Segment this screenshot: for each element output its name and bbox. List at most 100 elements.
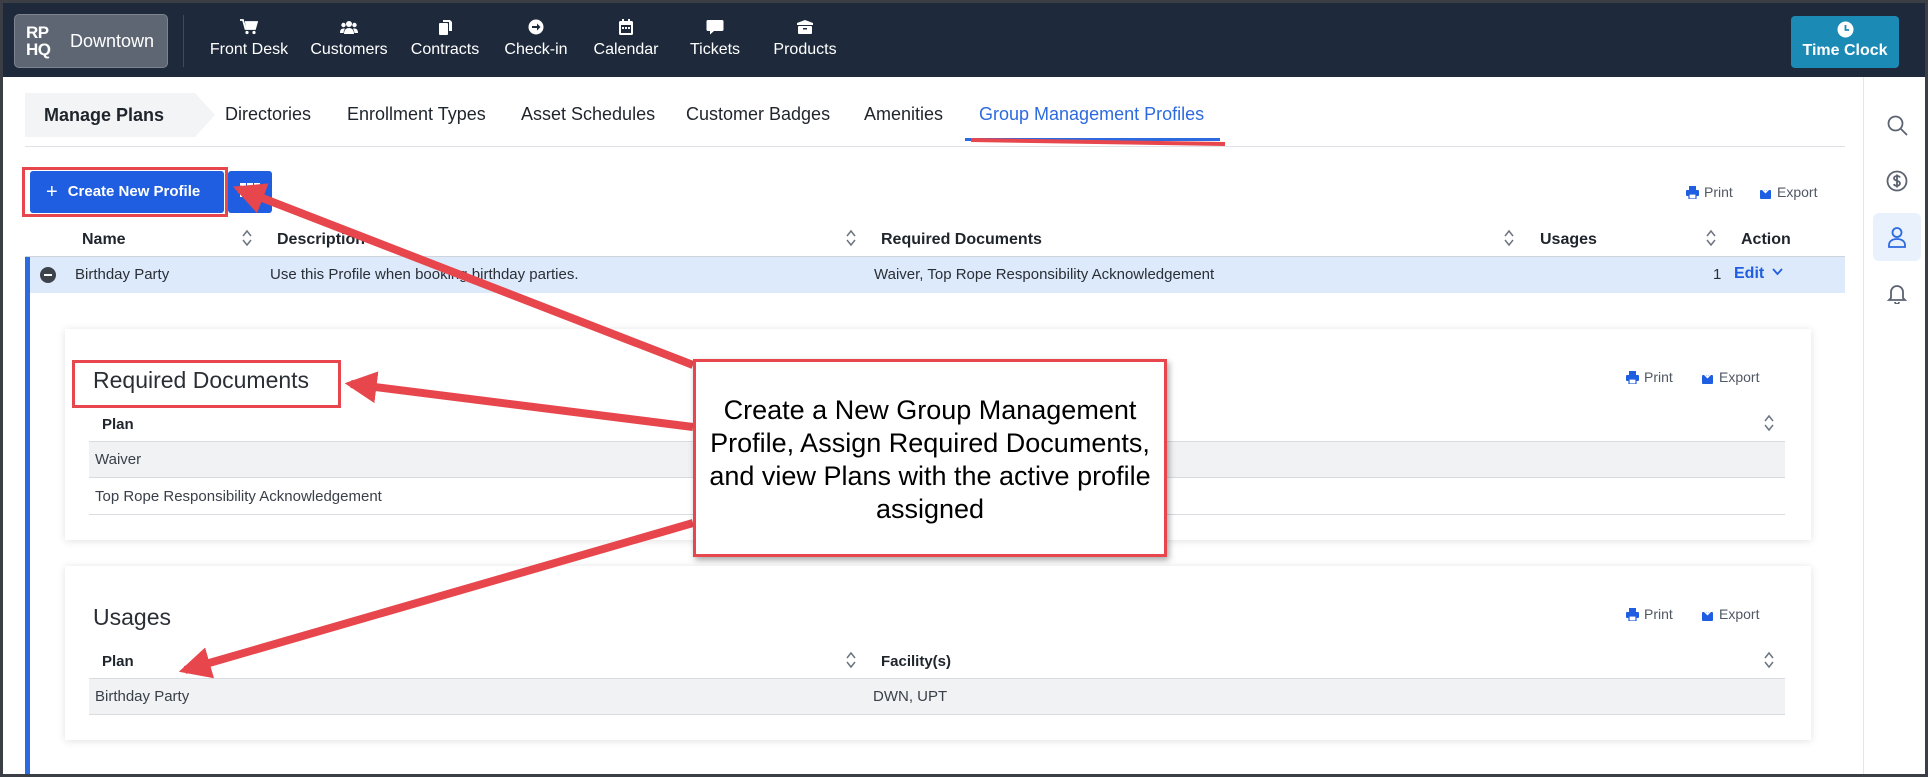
print-button[interactable]: Print [1686,184,1733,200]
time-clock-button[interactable]: Time Clock [1791,16,1899,68]
highlight-create-button [22,167,228,217]
usages-print-button[interactable]: Print [1626,606,1673,622]
top-navigation: RP HQ Downtown Front Desk Customers Cont… [3,3,1925,77]
column-header-required-documents[interactable]: Required Documents [881,231,1042,249]
sub-tab-bar: Manage Plans Directories Enrollment Type… [25,91,1845,147]
printer-icon [1686,186,1699,200]
column-header-name[interactable]: Name [82,231,126,249]
calendar-icon [619,19,633,35]
cell-description: Use this Profile when booking birthday p… [270,266,579,283]
column-header-description[interactable]: Description [277,231,365,249]
expanded-row-indicator [25,257,30,774]
export-label: Export [1719,369,1760,385]
sort-facilities-icon[interactable] [1763,650,1775,670]
logo-mark-line2: HQ [26,40,51,59]
nav-contracts[interactable]: Contracts [405,17,485,67]
required-documents-print-button[interactable]: Print [1626,369,1673,385]
column-header-action: Action [1741,231,1791,248]
cell-usages: 1 [1713,266,1722,283]
breadcrumb-manage-plans[interactable]: Manage Plans [25,93,215,137]
tab-customer-badges[interactable]: Customer Badges [686,104,830,125]
print-label: Print [1644,369,1673,385]
tab-group-management-profiles[interactable]: Group Management Profiles [979,104,1204,125]
export-button[interactable]: Export [1759,184,1817,200]
collapse-row-icon[interactable] [40,267,56,283]
usages-panel: Usages Print Export Plan Facility(s) Bir… [65,566,1811,740]
nav-label: Front Desk [209,41,289,58]
export-icon [1702,371,1713,384]
column-chooser-button[interactable] [228,171,272,213]
nav-label: Contracts [410,41,480,58]
chat-icon [706,20,724,35]
usages-export-button[interactable]: Export [1701,606,1759,622]
table-row[interactable]: Birthday Party Use this Profile when boo… [25,257,1845,293]
column-header-plan[interactable]: Plan [102,416,134,433]
printer-icon [1626,371,1639,385]
rail-profile-button[interactable] [1873,213,1921,261]
document-name: Top Rope Responsibility Acknowledgement [95,488,382,505]
tab-asset-schedules[interactable]: Asset Schedules [521,104,655,125]
nav-tickets[interactable]: Tickets [679,17,751,67]
document-name: Waiver [95,451,142,468]
nav-products[interactable]: Products [767,17,843,67]
annotation-callout: Create a New Group Management Profile, A… [693,359,1167,557]
edit-label: Edit [1734,265,1765,282]
nav-label: Check-in [504,41,568,58]
sort-usages-icon[interactable] [1705,228,1717,248]
search-icon [1887,115,1908,136]
export-label: Export [1777,184,1818,200]
dollar-icon [1886,170,1908,192]
tab-directories[interactable]: Directories [225,104,311,125]
rail-search-button[interactable] [1873,101,1921,149]
column-header-plan[interactable]: Plan [102,653,134,670]
rail-notifications-button[interactable] [1873,269,1921,317]
tab-amenities[interactable]: Amenities [864,104,943,125]
export-icon [1760,186,1771,199]
user-icon [1888,227,1906,248]
nav-calendar[interactable]: Calendar [589,17,663,67]
export-label: Export [1719,606,1760,622]
export-icon [1702,608,1713,621]
chevron-down-icon [1772,268,1783,276]
logo-mark-line1: RP [26,23,49,42]
users-icon [340,21,358,34]
right-rail [1863,77,1925,774]
cell-plan: Birthday Party [95,688,190,705]
arrow-circle-icon [528,19,544,35]
sort-plan-icon[interactable] [1763,413,1775,433]
cell-required-documents: Waiver, Top Rope Responsibility Acknowle… [874,266,1215,283]
tab-enrollment-types[interactable]: Enrollment Types [347,104,486,125]
sort-plan-icon[interactable] [845,650,857,670]
bell-icon [1886,285,1908,304]
cell-name: Birthday Party [75,266,170,283]
print-label: Print [1644,606,1673,622]
sort-required-documents-icon[interactable] [1503,228,1515,248]
nav-divider [183,15,184,67]
required-documents-export-button[interactable]: Export [1701,369,1759,385]
location-name: Downtown [70,31,155,51]
nav-label: Calendar [593,41,659,58]
sort-name-icon[interactable] [241,228,253,248]
rail-billing-button[interactable] [1873,157,1921,205]
documents-icon [439,20,452,35]
nav-front-desk[interactable]: Front Desk [207,17,291,67]
column-header-facilities[interactable]: Facility(s) [881,653,951,670]
active-tab-indicator [965,138,1220,141]
time-clock-label: Time Clock [1802,42,1888,59]
location-switcher[interactable]: RP HQ Downtown [14,14,168,68]
nav-label: Tickets [689,41,741,58]
nav-check-in[interactable]: Check-in [499,17,573,67]
box-icon [797,20,813,34]
highlight-required-documents [72,360,341,408]
table-row[interactable]: Birthday Party DWN, UPT [89,679,1785,715]
edit-dropdown-button[interactable]: Edit [1734,265,1783,283]
columns-icon [240,183,260,197]
nav-label: Products [773,41,837,58]
sort-description-icon[interactable] [845,228,857,248]
column-header-usages[interactable]: Usages [1540,231,1597,249]
nav-customers[interactable]: Customers [307,17,391,67]
printer-icon [1626,608,1639,622]
nav-label: Customers [310,41,388,58]
print-label: Print [1704,184,1733,200]
cell-facilities: DWN, UPT [873,688,948,705]
